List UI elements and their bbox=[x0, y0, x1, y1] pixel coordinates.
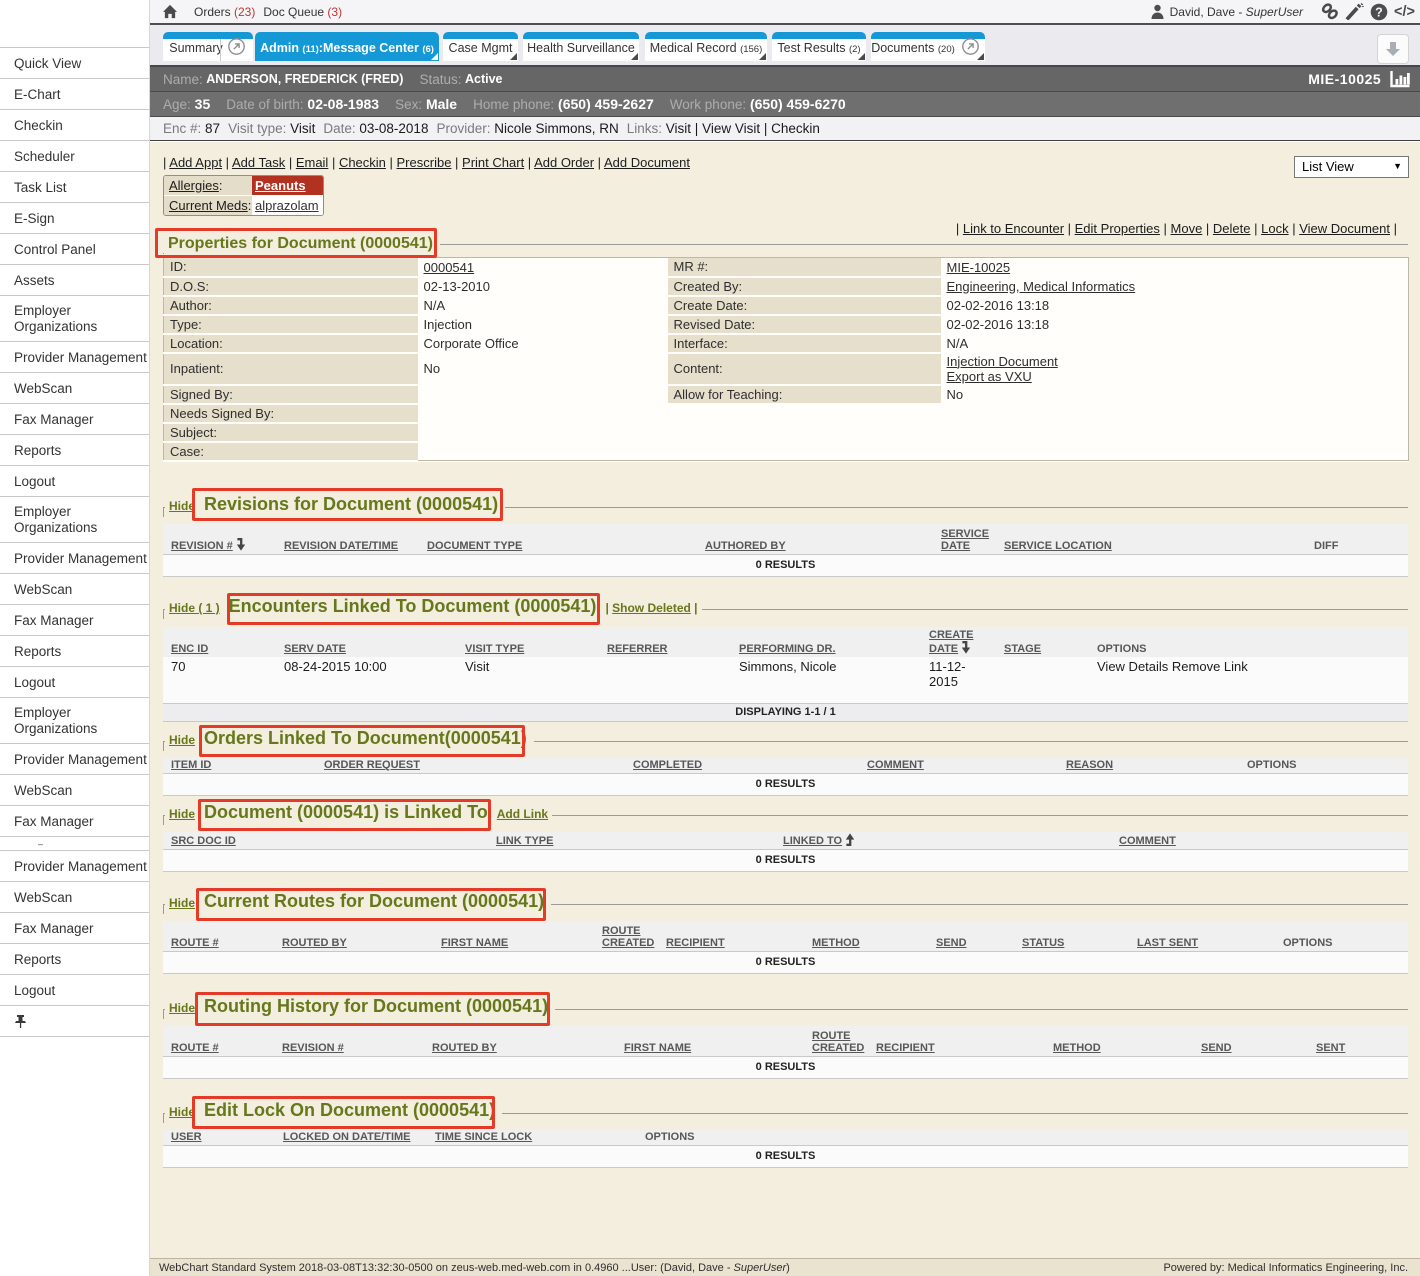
svg-text:?: ? bbox=[1375, 5, 1383, 19]
